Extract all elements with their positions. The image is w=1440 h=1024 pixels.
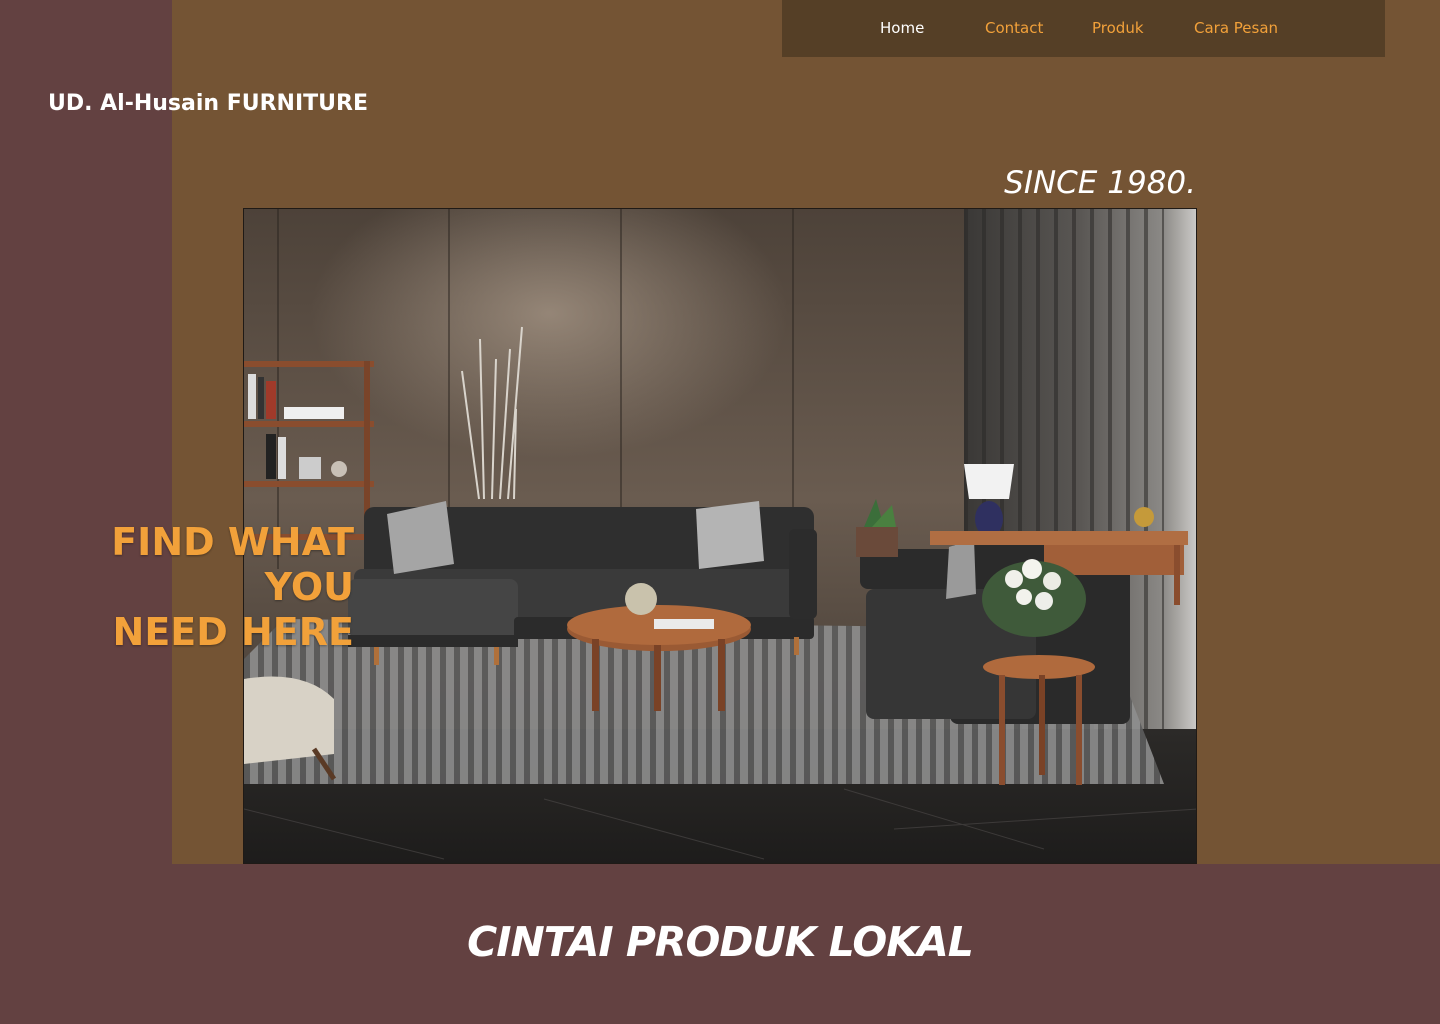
hero-image [243, 208, 1197, 864]
hero-tagline: FIND WHAT YOU NEED HERE [111, 520, 354, 655]
footer-slogan: CINTAI PRODUK LOKAL [467, 918, 974, 966]
top-navbar: Home Contact Produk Cara Pesan [782, 0, 1385, 57]
nav-home-link[interactable]: Home [880, 19, 924, 37]
nav-cara-pesan-link[interactable]: Cara Pesan [1194, 19, 1278, 37]
tagline-line-1: FIND WHAT [111, 520, 354, 564]
tagline-line-3: NEED HERE [112, 610, 354, 654]
since-text: SINCE 1980. [1004, 165, 1196, 201]
tagline-line-2: YOU [264, 565, 354, 609]
nav-contact-link[interactable]: Contact [985, 19, 1043, 37]
brand-logo-text[interactable]: UD. Al-Husain FURNITURE [48, 91, 368, 116]
nav-produk-link[interactable]: Produk [1092, 19, 1144, 37]
living-room-illustration [244, 209, 1196, 863]
